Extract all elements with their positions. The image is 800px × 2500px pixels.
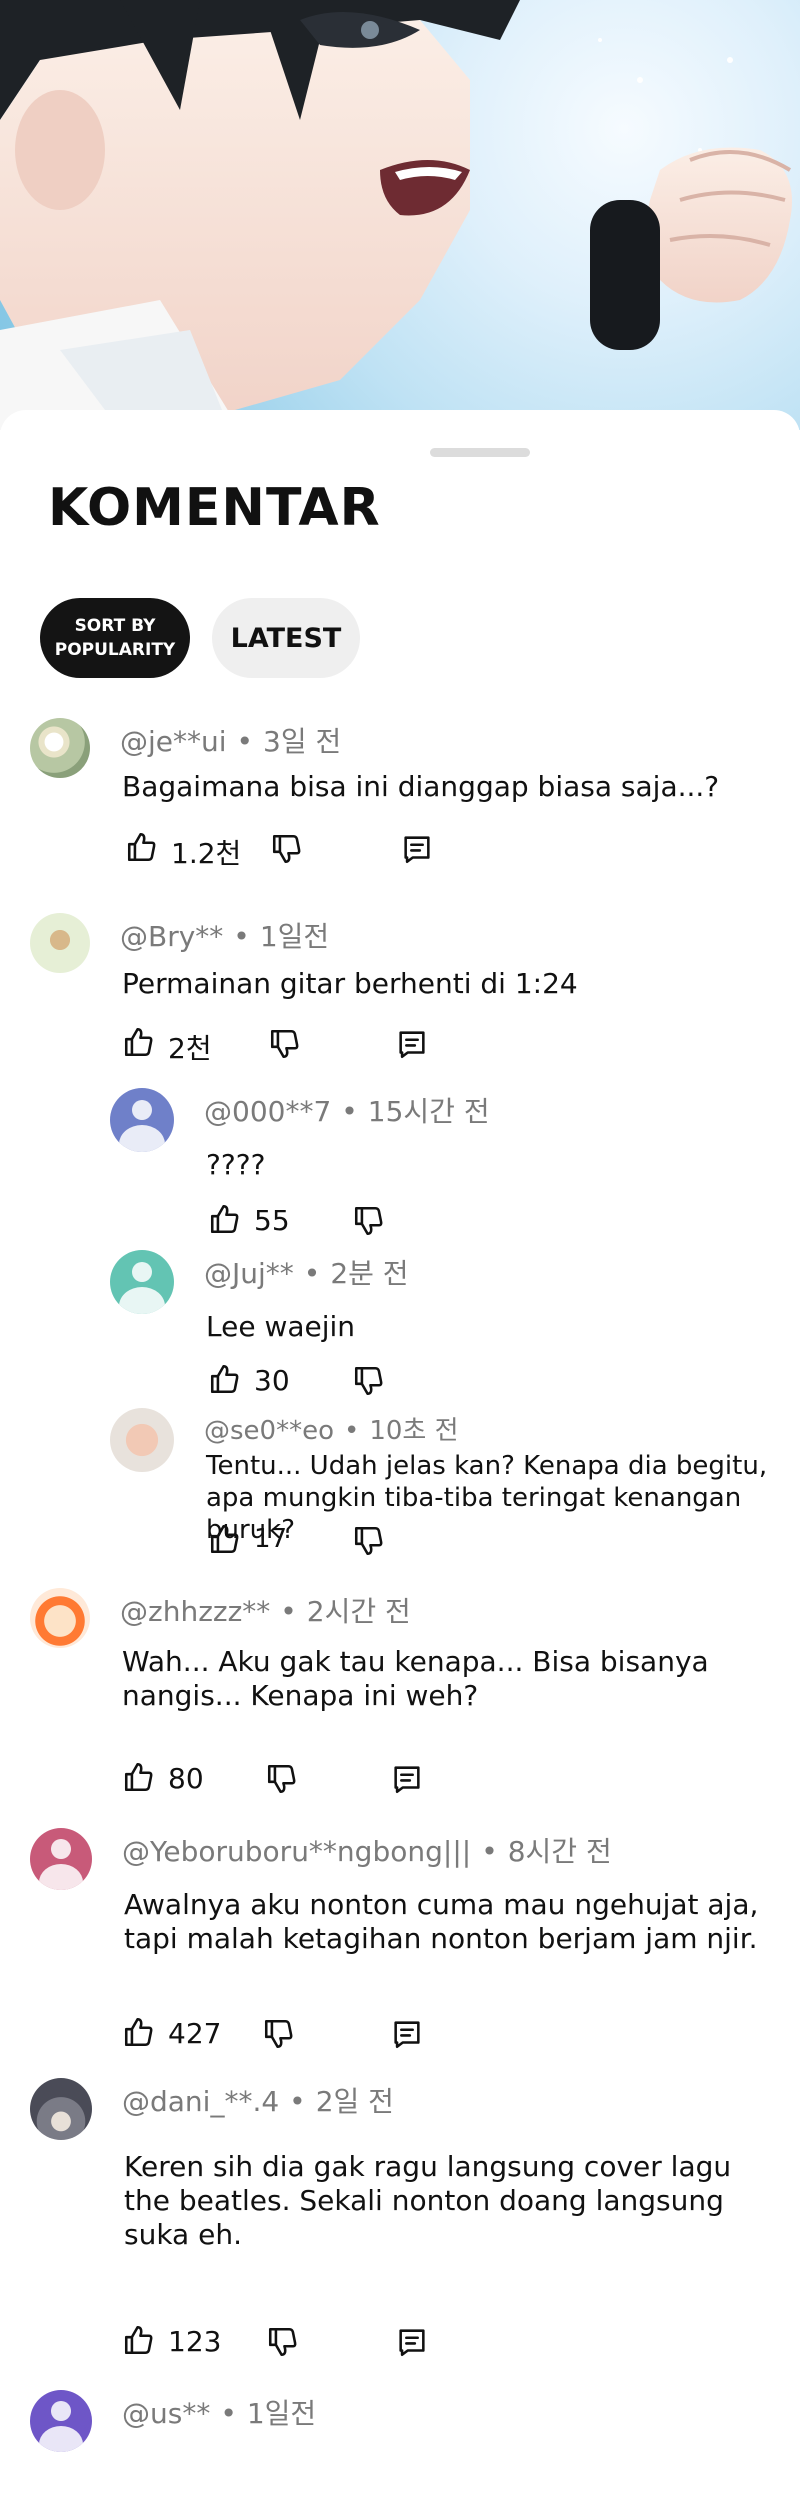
- avatar-icon[interactable]: [30, 1588, 90, 1648]
- sort-latest-chip[interactable]: LATEST: [212, 598, 360, 678]
- thumbs-down-icon[interactable]: [266, 2325, 300, 2359]
- comment-username[interactable]: @dani_**.4: [122, 2085, 279, 2118]
- avatar-icon[interactable]: [30, 1828, 92, 1890]
- comment-meta: @000**7 • 15시간 전: [204, 1090, 490, 1130]
- comment-text: Keren sih dia gak ragu langsung cover la…: [124, 2150, 732, 2251]
- comment-timestamp: 1일전: [259, 920, 330, 953]
- thumbs-down-icon[interactable]: [352, 1524, 386, 1558]
- thumbs-down-icon[interactable]: [352, 1364, 386, 1398]
- comment-username[interactable]: @zhhzzz**: [120, 1595, 270, 1628]
- reply-icon[interactable]: [400, 832, 434, 866]
- thumbs-up-icon: [127, 832, 156, 862]
- header-artwork: [0, 0, 800, 430]
- comment-username[interactable]: @Juj**: [204, 1257, 294, 1290]
- comment-username[interactable]: @us**: [122, 2397, 210, 2430]
- thumbs-up-icon: [124, 2325, 153, 2355]
- like-count: 30: [254, 1364, 290, 1397]
- reply-icon[interactable]: [390, 1762, 424, 1796]
- comment-text: Bagaimana bisa ini dianggap biasa saja..…: [122, 770, 720, 803]
- avatar-icon[interactable]: [30, 2078, 92, 2140]
- thumbs-up-icon: [210, 1204, 239, 1234]
- comment-text: Awalnya aku nonton cuma mau ngehujat aja…: [124, 1888, 759, 1955]
- comment-text: Lee waejin: [206, 1310, 356, 1343]
- thumbs-up-icon: [124, 1027, 153, 1057]
- thumbs-down-icon[interactable]: [262, 2017, 296, 2051]
- anime-character-artwork: [0, 0, 792, 430]
- comment-meta: @zhhzzz** • 2시간 전: [120, 1590, 411, 1630]
- comment-text: Wah... Aku gak tau kenapa... Bisa bisany…: [122, 1645, 709, 1712]
- thumbs-down-icon[interactable]: [265, 1762, 299, 1796]
- separator-dot: •: [481, 1835, 498, 1868]
- comment-meta: @se0**eo • 10초 전: [204, 1410, 459, 1447]
- comment-meta: @dani_**.4 • 2일 전: [122, 2080, 394, 2120]
- like-count: 1.2천: [171, 837, 242, 870]
- comment-meta: @Bry** • 1일전: [120, 915, 329, 955]
- sort-popularity-label: SORT BY POPULARITY: [54, 616, 176, 660]
- separator-dot: •: [303, 1257, 321, 1290]
- separator-dot: •: [236, 725, 254, 758]
- avatar-icon[interactable]: [30, 913, 90, 973]
- comment-username[interactable]: @Bry**: [120, 920, 223, 953]
- comment-username[interactable]: @je**ui: [120, 725, 227, 758]
- like-count: 17: [254, 1524, 288, 1554]
- separator-dot: •: [341, 1095, 358, 1128]
- comment-timestamp: 2일 전: [315, 2085, 394, 2118]
- thumbs-down-icon[interactable]: [270, 832, 304, 866]
- like-button[interactable]: 55: [208, 1202, 318, 1242]
- like-button[interactable]: 17: [208, 1522, 318, 1562]
- comments-title: KOMENTAR: [48, 478, 381, 538]
- thumbs-up-icon: [210, 1364, 239, 1394]
- avatar-icon[interactable]: [30, 718, 90, 778]
- separator-dot: •: [233, 920, 250, 953]
- comment-timestamp: 2분 전: [330, 1257, 409, 1290]
- comment-username[interactable]: @se0**eo: [204, 1416, 334, 1446]
- like-button[interactable]: 80: [122, 1760, 232, 1800]
- comment-meta: @je**ui • 3일 전: [120, 720, 341, 760]
- separator-dot: •: [280, 1595, 297, 1628]
- like-count: 55: [254, 1204, 290, 1237]
- like-button[interactable]: 427: [122, 2015, 232, 2055]
- avatar-icon[interactable]: [110, 1250, 174, 1314]
- thumbs-up-icon: [124, 2017, 153, 2047]
- reply-icon[interactable]: [395, 2325, 429, 2359]
- sort-popularity-chip[interactable]: SORT BY POPULARITY: [40, 598, 190, 678]
- like-button[interactable]: 1.2천: [125, 830, 241, 870]
- like-button[interactable]: 30: [208, 1362, 318, 1402]
- comment-text: Permainan gitar berhenti di 1:24: [122, 967, 578, 1000]
- comment-timestamp: 1일전: [246, 2397, 317, 2430]
- avatar-icon[interactable]: [110, 1088, 174, 1152]
- comment-meta: @us** • 1일전: [122, 2392, 316, 2432]
- thumbs-up-icon: [210, 1524, 239, 1554]
- like-button[interactable]: 123: [122, 2323, 232, 2363]
- comment-meta: @Yeboruboru**ngbong||| • 8시간 전: [122, 1830, 612, 1870]
- comment-timestamp: 3일 전: [263, 725, 342, 758]
- comment-timestamp: 2시간 전: [306, 1595, 411, 1628]
- like-count: 2천: [168, 1032, 212, 1065]
- sort-latest-label: LATEST: [230, 622, 342, 654]
- like-count: 427: [168, 2017, 222, 2050]
- comment-timestamp: 15시간 전: [367, 1095, 490, 1128]
- separator-dot: •: [220, 2397, 237, 2430]
- thumbs-down-icon[interactable]: [268, 1027, 302, 1061]
- drag-handle[interactable]: [430, 448, 530, 457]
- thumbs-down-icon[interactable]: [352, 1204, 386, 1238]
- separator-dot: •: [289, 2085, 306, 2118]
- comment-timestamp: 10초 전: [369, 1416, 459, 1446]
- like-count: 80: [168, 1762, 204, 1795]
- reply-icon[interactable]: [395, 1027, 429, 1061]
- comment-username[interactable]: @000**7: [204, 1095, 331, 1128]
- comment-text: ????: [206, 1148, 266, 1181]
- like-count: 123: [168, 2325, 222, 2358]
- comment-meta: @Juj** • 2분 전: [204, 1252, 409, 1292]
- like-button[interactable]: 2천: [122, 1025, 232, 1065]
- comment-username[interactable]: @Yeboruboru**ngbong|||: [122, 1835, 471, 1868]
- separator-dot: •: [344, 1416, 360, 1446]
- reply-icon[interactable]: [390, 2017, 424, 2051]
- avatar-icon[interactable]: [30, 2390, 92, 2452]
- thumbs-up-icon: [124, 1762, 153, 1792]
- avatar-icon[interactable]: [110, 1408, 174, 1472]
- comment-timestamp: 8시간 전: [507, 1835, 612, 1868]
